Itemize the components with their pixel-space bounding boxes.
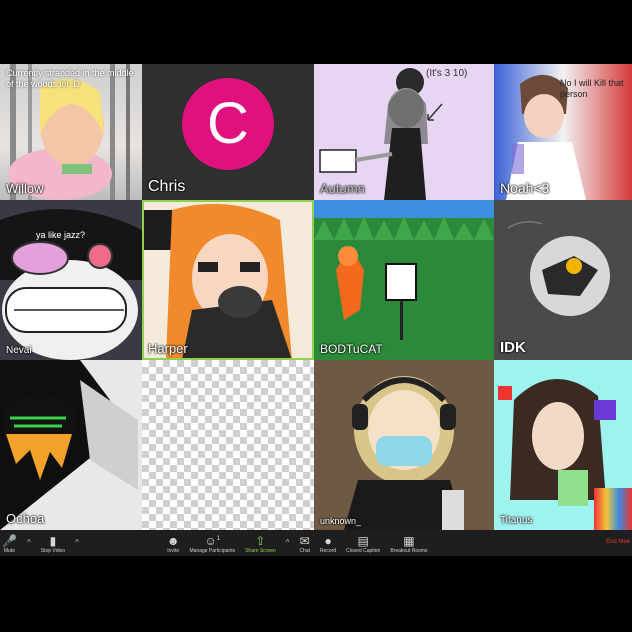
participant-tile-noah[interactable]: No I will Kill that person Noah<3 bbox=[494, 64, 632, 200]
closed-caption-button[interactable]: ▤ Closed Caption bbox=[346, 534, 380, 554]
breakout-rooms-button[interactable]: ▦ Breakout Rooms bbox=[390, 534, 427, 554]
microphone-icon: 🎤 bbox=[2, 534, 17, 548]
participant-tile-harper[interactable]: Harper bbox=[142, 200, 314, 360]
participant-name: Noah<3 bbox=[500, 180, 550, 196]
titanus-drawing bbox=[498, 378, 632, 530]
invite-user-icon: ☻ bbox=[166, 534, 180, 548]
meeting-toolbar: 🎤 Mute ^ ▮ Stop Video ^ ☻ Invite ☺1 Mana… bbox=[0, 530, 632, 556]
participant-name: BODTuCAT bbox=[320, 342, 383, 356]
noah-caption: No I will Kill that person bbox=[560, 78, 624, 99]
invite-button[interactable]: ☻ Invite bbox=[167, 534, 180, 554]
breakout-rooms-icon: ▦ bbox=[403, 534, 415, 548]
participant-tile-bodtucat[interactable]: BODTuCAT bbox=[314, 200, 494, 360]
closed-caption-icon: ▤ bbox=[357, 534, 369, 548]
participant-name: Nevai bbox=[6, 345, 32, 356]
participant-name: Titanus bbox=[500, 515, 533, 526]
avatar: C bbox=[182, 78, 274, 170]
video-camera-icon: ▮ bbox=[49, 534, 57, 548]
participants-icon: ☺1 bbox=[204, 534, 221, 548]
stop-video-button[interactable]: ▮ Stop Video bbox=[41, 534, 65, 554]
nevai-drawing bbox=[0, 209, 142, 360]
harper-drawing bbox=[142, 203, 292, 360]
share-screen-icon: ⇧ bbox=[255, 534, 266, 548]
share-screen-button[interactable]: ⇧ Share Screen bbox=[245, 534, 276, 554]
participant-tile-unknown[interactable]: unknown_ bbox=[314, 360, 494, 530]
manage-participants-button[interactable]: ☺1 Manage Participants bbox=[190, 532, 236, 554]
participant-name: unknown_ bbox=[320, 516, 362, 526]
unknown-drawing bbox=[344, 376, 464, 530]
willow-caption: Currently stranded in the middle of the … bbox=[6, 68, 134, 89]
autumn-drawing bbox=[319, 68, 443, 200]
chat-button[interactable]: ✉ Chat bbox=[299, 534, 310, 554]
audio-options-caret-icon[interactable]: ^ bbox=[27, 538, 31, 547]
participant-name: Willow bbox=[6, 181, 44, 196]
participant-tile-blank[interactable] bbox=[142, 360, 314, 530]
bodtucat-drawing bbox=[314, 200, 494, 360]
chat-bubble-icon: ✉ bbox=[299, 534, 310, 548]
video-options-caret-icon[interactable]: ^ bbox=[75, 538, 79, 547]
autumn-caption: (It's 3 10) bbox=[426, 68, 468, 79]
participant-name: IDK bbox=[500, 339, 526, 356]
participant-name: Harper bbox=[148, 341, 188, 356]
video-gallery: Currently stranded in the middle of the … bbox=[0, 64, 632, 530]
mute-button[interactable]: 🎤 Mute bbox=[2, 534, 17, 554]
record-button[interactable]: ● Record bbox=[320, 534, 336, 554]
participant-tile-autumn[interactable]: (It's 3 10) Autumn bbox=[314, 64, 494, 200]
participant-name: Autumn bbox=[320, 181, 365, 196]
participant-tile-idk[interactable]: IDK bbox=[494, 200, 632, 360]
participant-tile-titanus[interactable]: Titanus bbox=[494, 360, 632, 530]
nevai-caption: ya like jazz? bbox=[36, 230, 86, 240]
participant-tile-nevai[interactable]: ya like jazz? Nevai bbox=[0, 200, 142, 360]
ochoa-drawing bbox=[0, 360, 138, 530]
share-options-caret-icon[interactable]: ^ bbox=[286, 538, 290, 547]
participant-tile-ochoa[interactable]: Ochoa bbox=[0, 360, 142, 530]
idk-drawing bbox=[507, 221, 610, 316]
record-icon: ● bbox=[324, 534, 332, 548]
participant-tile-willow[interactable]: Currently stranded in the middle of the … bbox=[0, 64, 142, 200]
participant-name: Chris bbox=[148, 178, 186, 195]
end-meeting-button[interactable]: End Mee bbox=[606, 539, 630, 545]
participant-name: Ochoa bbox=[6, 511, 45, 526]
participant-tile-chris[interactable]: C Chris bbox=[142, 64, 314, 200]
